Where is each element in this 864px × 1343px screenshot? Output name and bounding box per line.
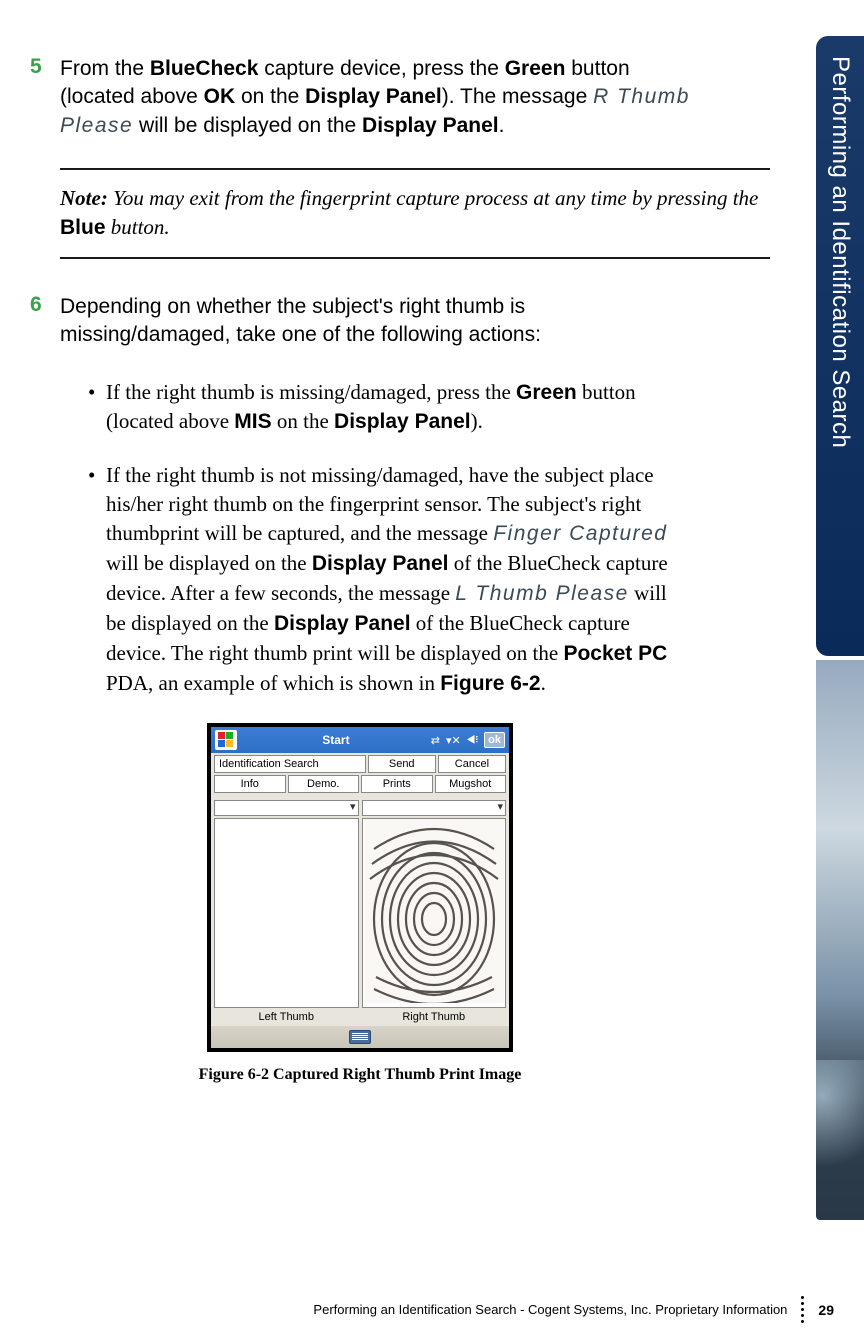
left-thumb-label: Left Thumb: [214, 1008, 359, 1024]
btn-info: Info: [214, 775, 286, 793]
side-tab: Performing an Identification Search: [816, 36, 864, 656]
fingerprint-image: [364, 819, 504, 1008]
figure-6-2: Start ⇄ ▾✕ ◀፧ ok Identification Search S…: [30, 723, 690, 1084]
main-content: 5 From the BlueCheck capture device, pre…: [0, 0, 770, 1084]
start-flag-icon: [215, 730, 237, 750]
document-page: Performing an Identification Search 5 Fr…: [0, 0, 864, 1343]
divider: [60, 168, 770, 170]
btn-cancel: Cancel: [438, 755, 506, 773]
step-5-body: From the BlueCheck capture device, press…: [60, 55, 690, 140]
list-item: • If the right thumb is missing/damaged,…: [88, 378, 690, 438]
divider: [60, 257, 770, 259]
side-tab-label: Performing an Identification Search: [826, 56, 854, 448]
bullet: •: [88, 378, 106, 438]
page-number: 29: [818, 1302, 834, 1318]
bullet: •: [88, 461, 106, 699]
note-label: Note:: [60, 186, 108, 210]
keyboard-icon: [349, 1030, 371, 1044]
step-6: 6 Depending on whether the subject's rig…: [30, 293, 690, 350]
connectivity-icon: ⇄: [431, 734, 440, 747]
right-thumb-label: Right Thumb: [362, 1008, 507, 1024]
footer-text: Performing an Identification Search - Co…: [313, 1302, 787, 1317]
left-thumb-dropdown: [214, 800, 359, 816]
step-number: 5: [30, 55, 60, 140]
figure-caption: Figure 6-2 Captured Right Thumb Print Im…: [30, 1066, 690, 1084]
pda-titlebar: Start ⇄ ▾✕ ◀፧ ok: [211, 727, 509, 753]
step-number: 6: [30, 293, 60, 350]
right-thumb-column: Right Thumb: [362, 800, 507, 1024]
list-item: • If the right thumb is not missing/dama…: [88, 461, 690, 699]
start-label: Start: [241, 733, 431, 747]
side-decorative-image: [816, 660, 864, 1220]
signal-icon: ▾✕: [446, 734, 461, 747]
right-thumb-dropdown: [362, 800, 507, 816]
step-6-body: Depending on whether the subject's right…: [60, 293, 690, 350]
btn-prints: Prints: [361, 775, 433, 793]
step-6-sublist: • If the right thumb is missing/damaged,…: [88, 378, 690, 700]
left-thumb-column: Left Thumb: [214, 800, 359, 1024]
pda-toolbar: Identification Search Send Cancel Info D…: [211, 753, 509, 796]
right-thumb-box: [362, 818, 507, 1008]
btn-mugshot: Mugshot: [435, 775, 507, 793]
page-footer: Performing an Identification Search - Co…: [313, 1296, 834, 1323]
note-block: Note: You may exit from the fingerprint …: [60, 184, 760, 243]
speaker-icon: ◀፧: [467, 734, 478, 747]
prints-area: Left Thumb: [211, 796, 509, 1026]
btn-id-search: Identification Search: [214, 755, 366, 773]
footer-dots-icon: [801, 1296, 804, 1323]
pda-bottom-bar: [211, 1026, 509, 1048]
btn-send: Send: [368, 755, 436, 773]
left-thumb-box: [214, 818, 359, 1008]
ok-button: ok: [484, 732, 505, 748]
btn-demo: Demo.: [288, 775, 360, 793]
titlebar-icons: ⇄ ▾✕ ◀፧ ok: [431, 732, 505, 748]
step-5: 5 From the BlueCheck capture device, pre…: [30, 55, 690, 140]
pda-screenshot: Start ⇄ ▾✕ ◀፧ ok Identification Search S…: [207, 723, 513, 1052]
